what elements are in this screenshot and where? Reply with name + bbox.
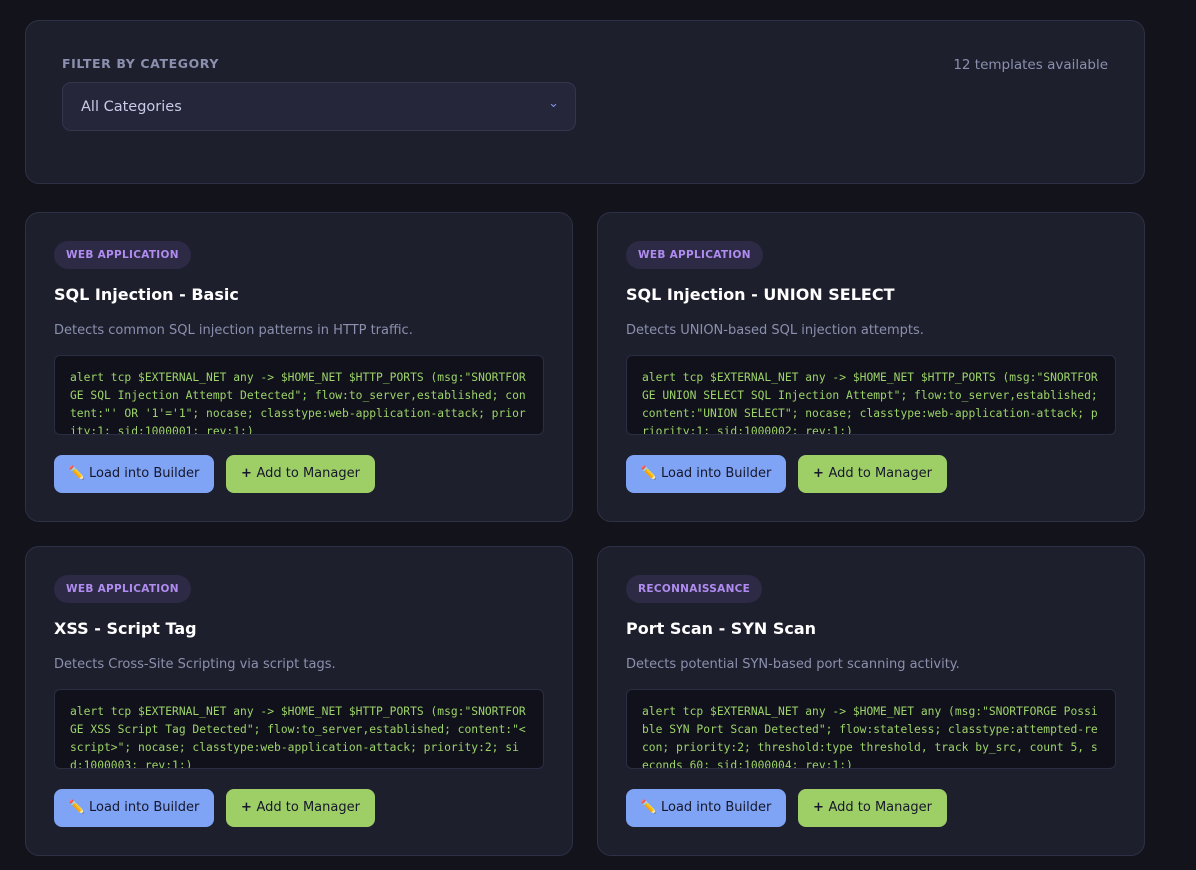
- add-label: Add to Manager: [256, 466, 360, 481]
- add-to-manager-button[interactable]: + Add to Manager: [226, 455, 375, 493]
- add-to-manager-button[interactable]: + Add to Manager: [798, 455, 947, 493]
- rule-code: alert tcp $EXTERNAL_NET any -> $HOME_NET…: [626, 689, 1116, 769]
- load-into-builder-button[interactable]: ✏️ Load into Builder: [626, 789, 786, 827]
- pencil-icon: ✏️: [68, 800, 89, 815]
- template-description: Detects common SQL injection patterns in…: [54, 323, 413, 338]
- add-to-manager-button[interactable]: + Add to Manager: [798, 789, 947, 827]
- template-card: WEB APPLICATION SQL Injection - Basic De…: [25, 212, 573, 522]
- template-count: 12 templates available: [953, 57, 1108, 73]
- add-to-manager-button[interactable]: + Add to Manager: [226, 789, 375, 827]
- template-title: XSS - Script Tag: [54, 619, 197, 638]
- template-description: Detects UNION-based SQL injection attemp…: [626, 323, 924, 338]
- load-label: Load into Builder: [660, 466, 772, 481]
- template-title: SQL Injection - UNION SELECT: [626, 285, 895, 304]
- filter-panel: FILTER BY CATEGORY All Categories ⌄ 12 t…: [25, 20, 1145, 184]
- rule-code: alert tcp $EXTERNAL_NET any -> $HOME_NET…: [54, 355, 544, 435]
- add-label: Add to Manager: [828, 800, 932, 815]
- rule-code: alert tcp $EXTERNAL_NET any -> $HOME_NET…: [626, 355, 1116, 435]
- template-description: Detects Cross-Site Scripting via script …: [54, 657, 336, 672]
- add-label: Add to Manager: [256, 800, 360, 815]
- load-into-builder-button[interactable]: ✏️ Load into Builder: [626, 455, 786, 493]
- template-card: WEB APPLICATION SQL Injection - UNION SE…: [597, 212, 1145, 522]
- plus-icon: +: [813, 800, 829, 815]
- category-select-value: All Categories: [81, 99, 182, 115]
- category-badge: WEB APPLICATION: [54, 241, 191, 269]
- plus-icon: +: [241, 800, 257, 815]
- template-card: RECONNAISSANCE Port Scan - SYN Scan Dete…: [597, 546, 1145, 856]
- load-label: Load into Builder: [88, 800, 200, 815]
- chevron-down-icon: ⌄: [548, 96, 559, 111]
- category-select[interactable]: All Categories ⌄: [62, 82, 576, 131]
- pencil-icon: ✏️: [640, 800, 661, 815]
- filter-label: FILTER BY CATEGORY: [62, 56, 219, 71]
- load-into-builder-button[interactable]: ✏️ Load into Builder: [54, 789, 214, 827]
- rule-code: alert tcp $EXTERNAL_NET any -> $HOME_NET…: [54, 689, 544, 769]
- plus-icon: +: [813, 466, 829, 481]
- category-badge: RECONNAISSANCE: [626, 575, 763, 603]
- load-label: Load into Builder: [660, 800, 772, 815]
- template-description: Detects potential SYN-based port scannin…: [626, 657, 960, 672]
- category-badge: WEB APPLICATION: [626, 241, 763, 269]
- template-title: Port Scan - SYN Scan: [626, 619, 817, 638]
- template-card: WEB APPLICATION XSS - Script Tag Detects…: [25, 546, 573, 856]
- plus-icon: +: [241, 466, 257, 481]
- template-title: SQL Injection - Basic: [54, 285, 239, 304]
- load-into-builder-button[interactable]: ✏️ Load into Builder: [54, 455, 214, 493]
- pencil-icon: ✏️: [68, 466, 89, 481]
- add-label: Add to Manager: [828, 466, 932, 481]
- category-badge: WEB APPLICATION: [54, 575, 191, 603]
- pencil-icon: ✏️: [640, 466, 661, 481]
- load-label: Load into Builder: [88, 466, 200, 481]
